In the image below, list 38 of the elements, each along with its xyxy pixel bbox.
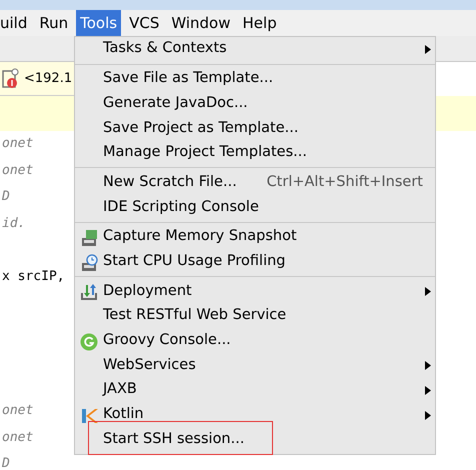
menu-bar-item[interactable]: VCS xyxy=(125,10,164,36)
menu-item[interactable]: Save Project as Template... xyxy=(75,116,435,141)
code-text: x srcIP, xyxy=(2,269,65,284)
code-text: onet xyxy=(2,136,34,151)
code-text: id. xyxy=(2,216,26,232)
menu-item[interactable]: Generate JavaDoc... xyxy=(75,91,435,116)
menu-bar-item[interactable]: Help xyxy=(238,10,281,36)
k-icon xyxy=(80,406,98,425)
menu-item[interactable]: Test RESTful Web Service xyxy=(75,304,435,329)
menu-item[interactable]: JAXB xyxy=(75,378,435,403)
g-circle-icon xyxy=(80,332,98,351)
shortcut-text: Ctrl+Alt+Shift+Insert xyxy=(266,172,424,192)
code-text: onet xyxy=(2,402,34,418)
code-text: D xyxy=(2,189,10,204)
code-text: onet xyxy=(2,162,34,178)
chip-icon xyxy=(80,228,98,247)
menu-item[interactable]: Kotlin xyxy=(75,402,435,428)
menu-bar-item[interactable]: Window xyxy=(167,10,235,36)
menu-bar-item[interactable]: Tools xyxy=(76,10,122,36)
tab-label: <192.1 xyxy=(24,70,72,88)
clock-icon xyxy=(80,254,98,272)
menu-item[interactable]: New Scratch File... Ctrl+Alt+Shift+Insert xyxy=(75,170,435,196)
menu-item[interactable]: Groovy Console... xyxy=(75,328,435,354)
menu-item[interactable]: Manage Project Templates... xyxy=(75,140,435,166)
menu-item[interactable]: Tasks & Contexts xyxy=(75,37,435,62)
menu-bar-item[interactable]: Run xyxy=(35,10,72,36)
menu-item[interactable]: Start CPU Usage Profiling xyxy=(75,250,435,274)
menu-item[interactable]: WebServices xyxy=(75,353,435,378)
menu-item[interactable]: Save File as Template... xyxy=(75,66,435,92)
menu-bar-item[interactable]: uild xyxy=(0,10,32,36)
editor-tab[interactable]: <192.1 xyxy=(0,62,74,96)
menu-item[interactable]: Start SSH session... xyxy=(75,427,435,452)
menu-item[interactable]: IDE Scripting Console xyxy=(75,195,435,220)
code-text: D xyxy=(2,456,10,470)
upload-download-icon xyxy=(80,283,98,302)
menu-item[interactable]: Capture Memory Snapshot xyxy=(75,224,435,250)
menu-item[interactable]: Deployment xyxy=(75,279,435,304)
code-text: onet xyxy=(2,430,34,445)
